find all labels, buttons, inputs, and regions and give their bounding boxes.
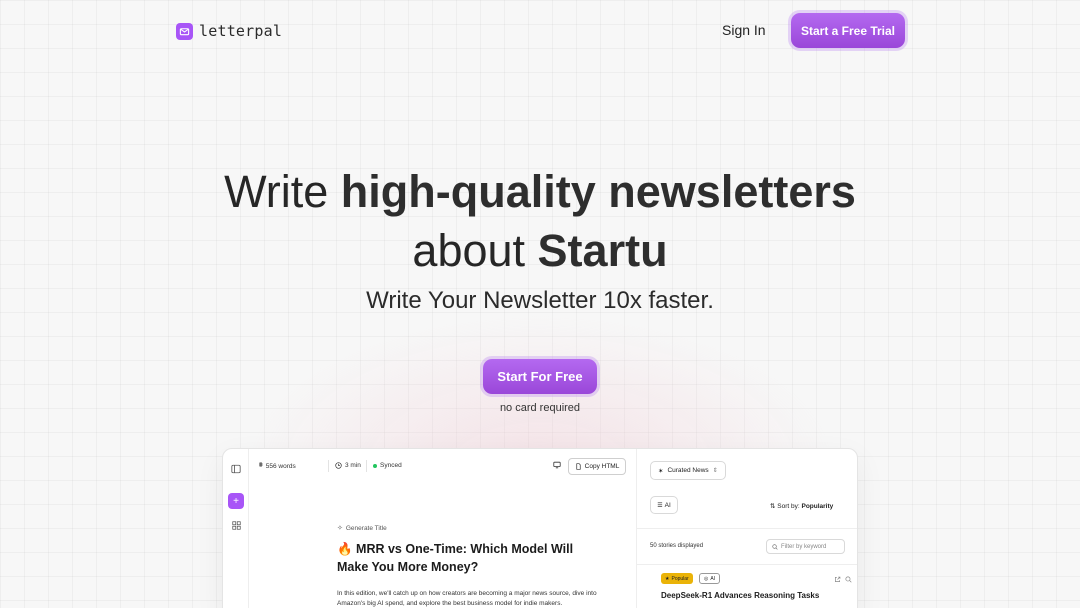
search-icon[interactable] — [845, 576, 852, 583]
ai-badge-icon: ◎ — [704, 575, 709, 582]
keyword-filter-input[interactable]: Filter by keyword — [766, 539, 845, 554]
news-panel: ✶ Curated News ⇕ ☰ AI ⇅ Sort by: Popular… — [636, 449, 857, 608]
hero-title-text-2: about — [412, 225, 538, 276]
star-icon: ★ — [665, 575, 670, 582]
generate-title-label: Generate Title — [345, 524, 387, 532]
sparkle-icon: ✶ — [658, 467, 664, 475]
read-time-text: 3 min — [345, 462, 361, 469]
external-link-icon[interactable] — [834, 576, 841, 583]
story-title[interactable]: DeepSeek-R1 Advances Reasoning Tasks — [661, 591, 819, 600]
app-preview: + ⩩ 556 words 3 min Synced Copy HTML ✧ G… — [222, 448, 858, 608]
story-actions — [834, 576, 852, 583]
hero-title: Write high-quality newsletters about Sta… — [0, 162, 1080, 280]
start-free-trial-button[interactable]: Start a Free Trial — [791, 13, 905, 48]
hero-title-bold-2: Startu — [537, 225, 668, 276]
story-count: 50 stories displayed — [650, 543, 704, 549]
document-icon — [576, 463, 581, 470]
mail-icon — [176, 22, 193, 40]
sort-control[interactable]: ⇅ Sort by: Popularity — [770, 502, 833, 510]
copy-html-label: Copy HTML — [584, 463, 620, 470]
divider — [637, 528, 857, 529]
hero-subtitle: Write Your Newsletter 10x faster. — [366, 287, 714, 314]
divider — [637, 564, 857, 565]
sync-status-text: Synced — [380, 462, 402, 469]
preview-icon[interactable] — [553, 461, 561, 469]
new-draft-button[interactable]: + — [228, 493, 244, 509]
generate-title-button[interactable]: ✧ Generate Title — [337, 524, 387, 533]
copy-html-button[interactable]: Copy HTML — [568, 458, 626, 475]
sort-icon: ⇅ — [770, 503, 776, 510]
hero-title-text-1: Write — [224, 166, 341, 217]
search-icon — [772, 543, 778, 550]
words-icon: ⩩ — [259, 462, 263, 469]
popular-badge: ★ Popular — [661, 573, 693, 584]
word-count: ⩩ 556 words — [259, 462, 296, 470]
toolbar-divider — [328, 460, 329, 472]
left-rail: + — [223, 449, 249, 608]
magic-wand-icon: ✧ — [337, 525, 343, 532]
grid-icon[interactable] — [230, 519, 242, 531]
topic-chip-label: AI — [664, 501, 671, 509]
news-source-label: Curated News — [667, 467, 709, 474]
sign-in-link[interactable]: Sign In — [722, 22, 766, 38]
ai-badge: ◎ AI — [699, 573, 721, 584]
word-count-text: 556 words — [265, 462, 296, 470]
clock-icon — [335, 462, 342, 469]
sync-status: Synced — [373, 462, 402, 469]
top-nav: letterpal Sign In Start a Free Trial — [0, 0, 1080, 62]
sort-label: Sort by: — [777, 503, 802, 510]
start-for-free-button[interactable]: Start For Free — [483, 359, 597, 394]
chevron-updown-icon: ⇕ — [712, 468, 718, 474]
sidebar-toggle-icon[interactable] — [230, 463, 242, 475]
popular-badge-label: Popular — [671, 575, 689, 582]
read-time: 3 min — [335, 462, 361, 469]
no-card-note: no card required — [499, 402, 581, 414]
synced-dot-icon — [373, 463, 377, 468]
editor-pane: ⩩ 556 words 3 min Synced Copy HTML ✧ Gen… — [249, 449, 636, 608]
toolbar-divider — [366, 460, 367, 472]
logo-text: letterpal — [199, 22, 283, 40]
ai-badge-label: AI — [710, 575, 716, 582]
ai-icon: ☰ — [657, 502, 663, 509]
newsletter-body[interactable]: In this edition, we'll catch up on how c… — [337, 589, 607, 608]
keyword-filter-placeholder: Filter by keyword — [781, 543, 827, 550]
news-source-select[interactable]: ✶ Curated News ⇕ — [650, 461, 726, 480]
sort-value: Popularity — [801, 503, 834, 510]
newsletter-title[interactable]: 🔥 MRR vs One-Time: Which Model Will Make… — [337, 540, 597, 576]
logo[interactable]: letterpal — [176, 22, 282, 40]
topic-chip-ai[interactable]: ☰ AI — [650, 496, 678, 514]
hero-title-bold-1: high-quality newsletters — [340, 166, 856, 217]
